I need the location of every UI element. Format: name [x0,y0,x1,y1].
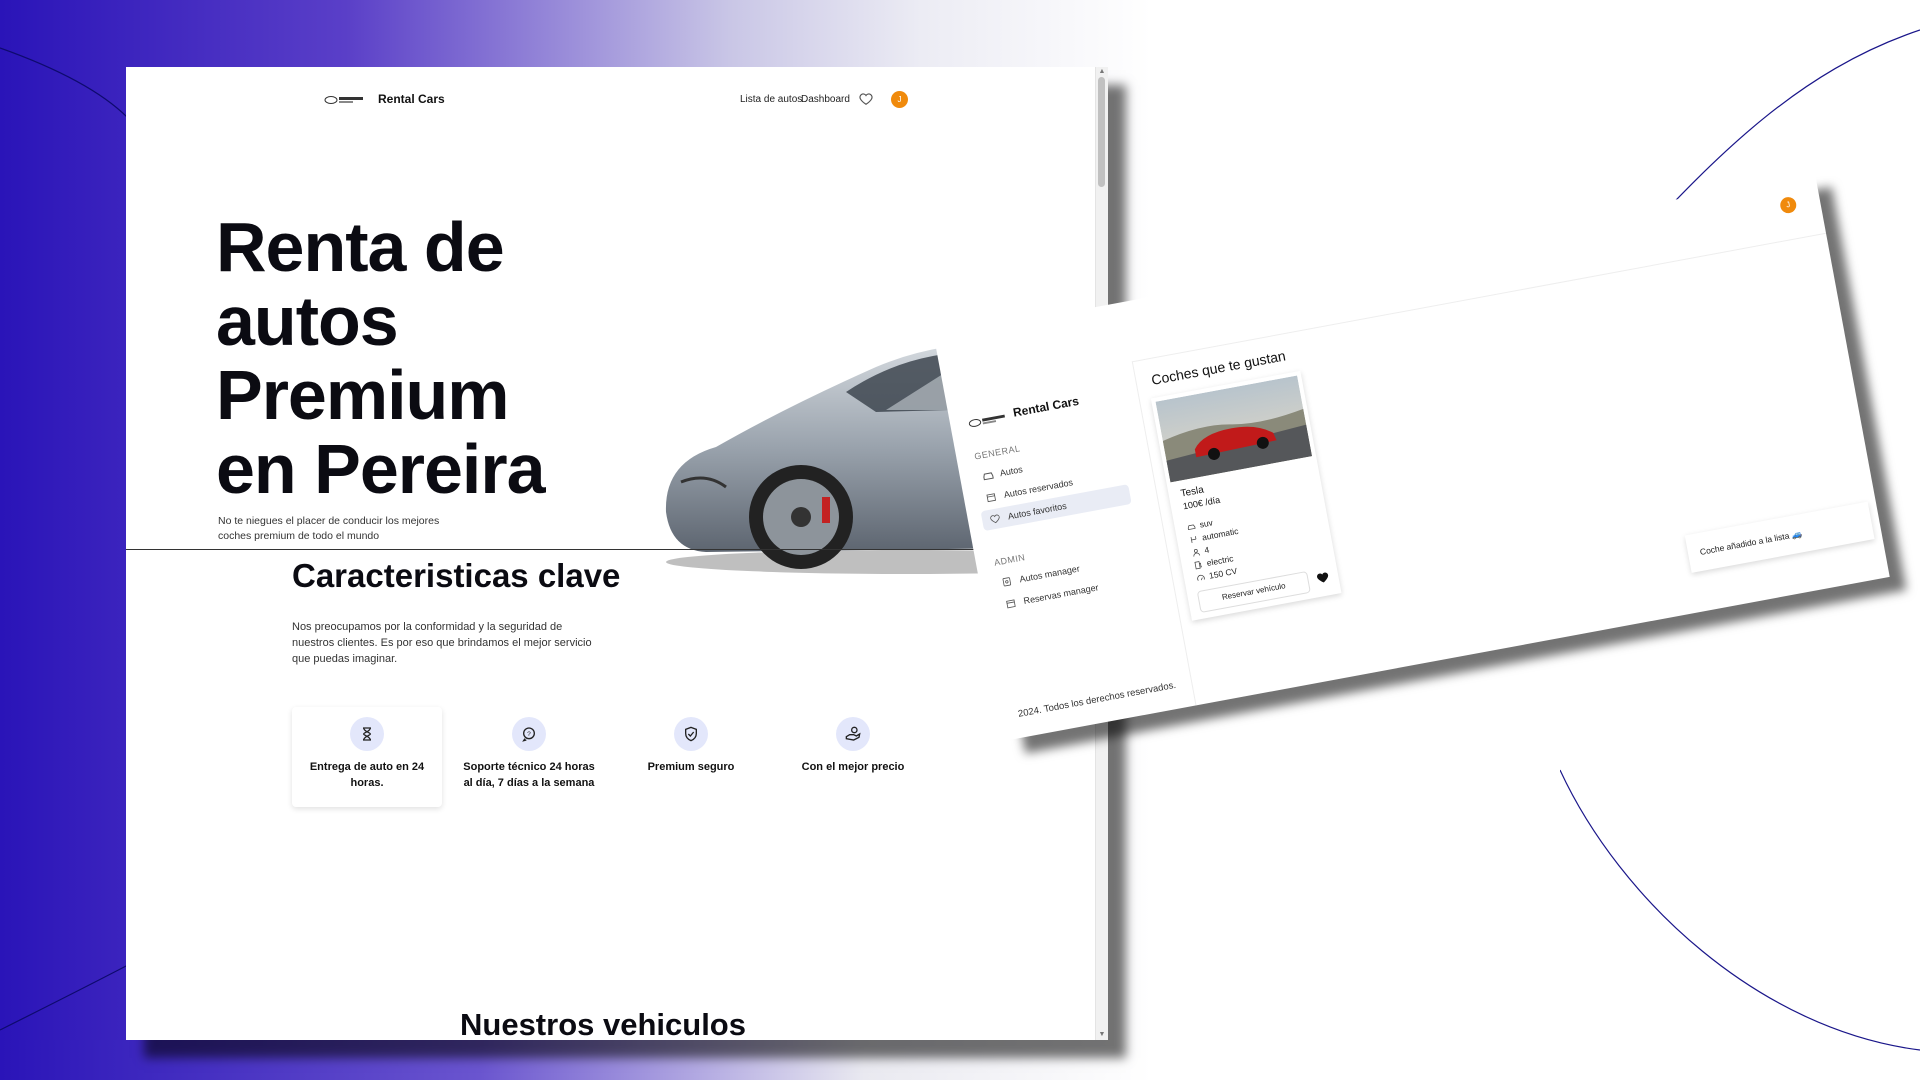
car-manage-icon [1002,577,1012,587]
feature-label: Soporte técnico 24 horas al día, 7 días … [463,761,595,789]
scroll-down-arrow-icon[interactable]: ▼ [1096,1030,1108,1040]
scroll-thumb[interactable] [1098,77,1105,187]
calendar-icon [1006,599,1016,609]
spec-value: suv [1198,517,1214,530]
hero-title-line: en Pereira [216,430,546,508]
car-icon [983,472,994,481]
heart-icon[interactable] [859,92,873,106]
svg-text:?: ? [527,731,531,738]
transmission-icon [1190,536,1197,544]
landing-page-window: Rental Cars Lista de autos Dashboard J R… [126,67,1108,1040]
car-photo[interactable] [1155,375,1313,483]
sidebar-item-label: Autos favoritos [1007,500,1068,522]
hero-title-line: Premium [216,356,510,434]
feature-label: Con el mejor precio [801,761,905,773]
sidebar-item-label: Autos [999,464,1024,479]
favorite-car-card: Tesla 100€ /día suv automatic 4 electric… [1150,370,1342,621]
features-title: Caracteristicas clave [292,557,621,594]
power-icon [1197,575,1205,582]
calendar-icon [986,493,997,503]
toast-message: Coche añadido a la lista 🚙 [1699,528,1803,557]
hero-title: Renta de autos Premium en Pereira [216,210,636,506]
support-chat-icon: ? [512,717,546,751]
user-avatar[interactable]: J [1778,195,1798,215]
top-nav: Rental Cars Lista de autos Dashboard J [324,87,1034,113]
sidebar-section-admin: ADMIN [993,552,1027,568]
background-fade [0,1040,1920,1080]
fuel-icon [1194,561,1202,570]
spec-value: 4 [1203,544,1210,556]
toast-notification: Coche añadido a la lista 🚙 [1684,501,1875,573]
scroll-up-arrow-icon[interactable]: ▲ [1096,67,1108,77]
feature-label: Premium seguro [647,761,735,773]
hero-title-line: Renta de [216,208,505,286]
people-icon [1193,549,1201,557]
user-avatar[interactable]: J [891,91,908,108]
shield-check-icon [674,717,708,751]
spec-seats: 4 [1191,545,1210,558]
decorative-arc-left [0,47,129,1031]
sidebar-section-general: GENERAL [973,443,1022,462]
logo-icon[interactable] [324,94,366,106]
footer-copyright: 2024. Todos los derechos reservados. [1017,679,1177,720]
feature-card: Con el mejor precio [778,707,928,807]
feature-card: Entrega de auto en 24 horas. [292,707,442,807]
body-type-icon [1187,524,1196,531]
brand-name[interactable]: Rental Cars [378,92,445,106]
favorite-heart-icon[interactable] [1315,570,1330,585]
spec-value: 150 CV [1208,565,1238,581]
hero-subtitle: No te niegues el placer de conducir los … [218,515,440,542]
heart-icon [990,514,1000,524]
hero-title-line: autos [216,282,399,360]
features-description: Nos preocupamos por la conformidad y la … [292,621,592,665]
price-hand-icon [836,717,870,751]
feature-label: Entrega de auto en 24 horas. [309,761,425,789]
nav-link-car-list[interactable]: Lista de autos [740,94,802,105]
section-divider [126,549,1096,550]
dashboard-topbar: J [1120,173,1827,363]
feature-card: ? Soporte técnico 24 horas al día, 7 día… [454,707,604,807]
vehicles-section-title: Nuestros vehiculos [460,1007,746,1040]
feature-card: Premium seguro [616,707,766,807]
hourglass-icon [350,717,384,751]
nav-link-dashboard[interactable]: Dashboard [801,94,850,105]
